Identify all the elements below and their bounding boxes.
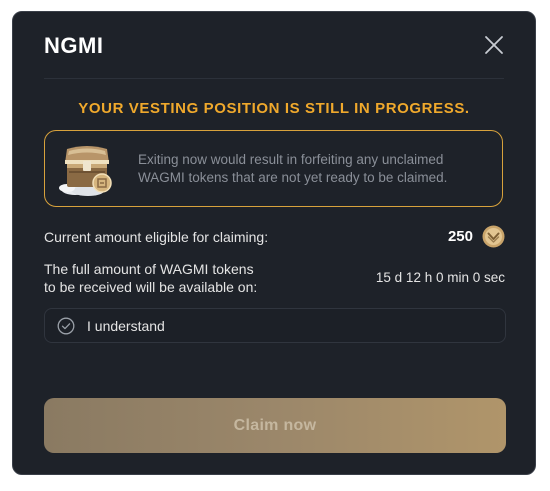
- modal-title: NGMI: [44, 33, 104, 58]
- warning-heading: YOUR VESTING POSITION IS STILL IN PROGRE…: [78, 100, 470, 117]
- vesting-countdown: 15 d 12 h 0 min 0 sec: [375, 270, 505, 285]
- check-circle-icon: [57, 317, 75, 335]
- header-divider: [44, 78, 504, 79]
- claimable-label: Current amount eligible for claiming:: [44, 229, 269, 245]
- warning-line-2: WAGMI tokens that are not yet ready to b…: [138, 170, 448, 185]
- availability-label: The full amount of WAGMI tokens to be re…: [44, 260, 257, 296]
- warning-message: Exiting now would result in forfeiting a…: [138, 151, 498, 187]
- warning-box: Exiting now would result in forfeiting a…: [44, 130, 503, 207]
- understand-checkbox[interactable]: I understand: [44, 308, 506, 343]
- ngmi-modal: NGMI YOUR VESTING POSITION IS STILL IN P…: [12, 11, 536, 475]
- claim-now-button[interactable]: Claim now: [44, 398, 506, 453]
- close-button[interactable]: [483, 34, 505, 56]
- availability-label-line-2: to be received will be available on:: [44, 279, 258, 295]
- understand-label: I understand: [87, 318, 165, 334]
- close-icon: [485, 36, 503, 54]
- warning-line-1: Exiting now would result in forfeiting a…: [138, 152, 444, 167]
- wagmi-coin-icon: [482, 225, 505, 248]
- claimable-amount: 250: [447, 228, 473, 245]
- availability-label-line-1: The full amount of WAGMI tokens: [44, 261, 254, 277]
- treasure-chest-icon: [59, 146, 112, 196]
